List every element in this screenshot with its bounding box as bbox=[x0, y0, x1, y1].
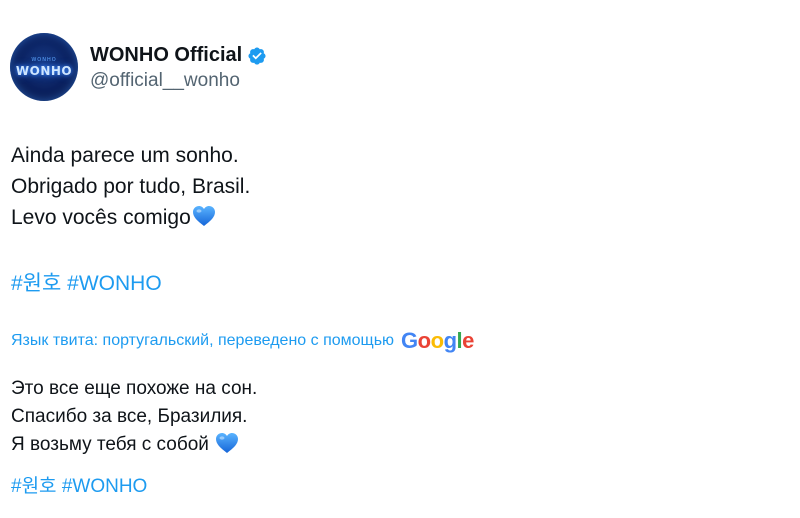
hashtag-wonho-korean[interactable]: #원호 bbox=[11, 476, 57, 497]
avatar[interactable]: WONHO WONHO bbox=[10, 33, 78, 101]
blue-heart-icon bbox=[192, 205, 216, 227]
blue-heart-icon bbox=[215, 432, 239, 454]
translated-body: Это все еще похоже на сон. Спасибо за вс… bbox=[11, 375, 257, 459]
tweet-line-3-row: Levo vocês comigo bbox=[11, 202, 250, 233]
translation-label: Язык твита: португальский, переведено с … bbox=[11, 332, 395, 349]
translated-line-3: Я возьму тебя с собой bbox=[11, 434, 209, 455]
display-name-row: WONHO Official bbox=[90, 43, 267, 69]
translation-attribution[interactable]: Язык твита: португальский, переведено с … bbox=[11, 330, 474, 352]
hashtag-wonho[interactable]: #WONHO bbox=[62, 476, 148, 497]
tweet-body: Ainda parece um sonho. Obrigado por tudo… bbox=[11, 140, 250, 233]
tweet-line-2: Obrigado por tudo, Brasil. bbox=[11, 175, 251, 198]
tweet-hashtags: #원호 #WONHO bbox=[11, 267, 162, 297]
verified-badge-icon[interactable] bbox=[247, 46, 267, 66]
translated-line-2: Спасибо за все, Бразилия. bbox=[11, 406, 248, 427]
avatar-small-text: WONHO bbox=[31, 56, 57, 63]
display-name[interactable]: WONHO Official bbox=[90, 44, 242, 67]
author-names: WONHO Official @official__wonho bbox=[90, 43, 267, 92]
translated-line-1: Это все еще похоже на сон. bbox=[11, 378, 258, 399]
tweet-line-1: Ainda parece um sonho. bbox=[11, 144, 239, 167]
tweet-header: WONHO WONHO WONHO Official @official__wo… bbox=[10, 32, 267, 102]
hashtag-wonho-korean[interactable]: #원호 bbox=[11, 272, 61, 295]
translated-hashtags: #원호 #WONHO bbox=[11, 471, 147, 498]
avatar-logo-text: WONHO bbox=[15, 63, 73, 78]
handle[interactable]: @official__wonho bbox=[90, 70, 267, 92]
hashtag-wonho[interactable]: #WONHO bbox=[67, 272, 162, 295]
google-logo-icon: Google bbox=[401, 328, 474, 353]
tweet-line-3: Levo vocês comigo bbox=[11, 206, 191, 229]
translated-line-3-row: Я возьму тебя с собой bbox=[11, 431, 257, 459]
